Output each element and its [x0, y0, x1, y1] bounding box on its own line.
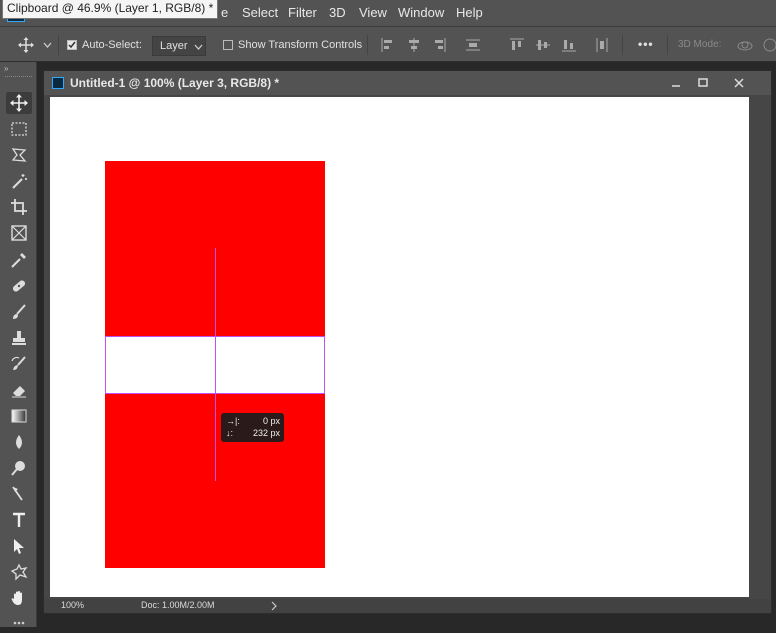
- move-tool-preset-icon[interactable]: [18, 37, 34, 53]
- chevron-right-icon[interactable]: [270, 601, 278, 611]
- toolbar-grip[interactable]: [5, 76, 32, 79]
- document-tooltip: Clipboard @ 46.9% (Layer 1, RGB/8) *: [2, 0, 219, 19]
- align-top-edges-icon[interactable]: [510, 38, 524, 52]
- menu-window[interactable]: Window: [398, 5, 444, 20]
- blur-tool-icon[interactable]: [6, 431, 32, 453]
- document-title: Untitled-1 @ 100% (Layer 3, RGB/8) *: [70, 76, 280, 90]
- tools-panel: »: [0, 62, 37, 627]
- eraser-tool-icon[interactable]: [6, 379, 32, 401]
- document-window: Untitled-1 @ 100% (Layer 3, RGB/8) * →|:…: [43, 70, 772, 614]
- menu-bar: Clipboard @ 46.9% (Layer 1, RGB/8) * e S…: [0, 0, 776, 26]
- zoom-level[interactable]: 100%: [61, 600, 84, 610]
- menu-view[interactable]: View: [359, 5, 387, 20]
- dx-label: →|:: [226, 416, 240, 426]
- pen-tool-icon[interactable]: [6, 483, 32, 505]
- marquee-tool-icon[interactable]: [6, 118, 32, 140]
- orbit-3d-icon[interactable]: [736, 37, 754, 53]
- move-tool-icon[interactable]: [6, 92, 32, 114]
- dodge-tool-icon[interactable]: [6, 457, 32, 479]
- divider: [367, 35, 368, 55]
- divider: [622, 35, 623, 55]
- menu-type-fragment[interactable]: e: [221, 5, 228, 20]
- align-vertical-centers-icon[interactable]: [536, 38, 550, 52]
- chevron-down-icon[interactable]: [43, 41, 52, 49]
- menu-filter[interactable]: Filter: [288, 5, 317, 20]
- divider: [58, 35, 59, 55]
- dx-value: 0 px: [262, 416, 280, 426]
- status-bar: 100% Doc: 1.00M/2.00M: [44, 599, 771, 613]
- show-transform-label: Show Transform Controls: [238, 39, 363, 51]
- healing-brush-tool-icon[interactable]: [6, 275, 32, 297]
- chevron-down-icon: [194, 44, 203, 50]
- options-bar: Auto-Select: Layer Show Transform Contro…: [0, 26, 776, 62]
- menu-3d[interactable]: 3D: [329, 5, 346, 20]
- close-icon[interactable]: [732, 76, 746, 90]
- maximize-icon[interactable]: [696, 76, 710, 90]
- checkmark-icon: [68, 41, 76, 49]
- auto-select-target-value: Layer: [160, 40, 188, 52]
- align-left-edges-icon[interactable]: [381, 38, 395, 52]
- history-brush-tool-icon[interactable]: [6, 353, 32, 375]
- magic-wand-tool-icon[interactable]: [6, 170, 32, 192]
- minimize-icon[interactable]: [669, 76, 683, 90]
- crop-tool-icon[interactable]: [6, 196, 32, 218]
- align-bottom-edges-icon[interactable]: [562, 38, 576, 52]
- eyedropper-tool-icon[interactable]: [6, 249, 32, 271]
- distribute-vertical-icon[interactable]: [595, 38, 609, 52]
- auto-select-checkbox[interactable]: [67, 40, 77, 50]
- align-right-edges-icon[interactable]: [432, 38, 446, 52]
- distribute-icon[interactable]: [466, 38, 480, 52]
- dy-label: ↓:: [226, 428, 234, 438]
- auto-select-target-dropdown[interactable]: Layer: [152, 36, 206, 56]
- edit-toolbar-icon[interactable]: [6, 615, 32, 625]
- path-selection-tool-icon[interactable]: [6, 535, 32, 557]
- 3d-mode-label: 3D Mode:: [678, 39, 722, 50]
- show-transform-checkbox[interactable]: [223, 40, 233, 50]
- move-distance-tooltip: →|: 0 px ↓: 232 px: [221, 413, 284, 442]
- smart-guide-vertical: [215, 248, 216, 481]
- document-tab[interactable]: Untitled-1 @ 100% (Layer 3, RGB/8) *: [44, 71, 771, 95]
- roll-3d-icon[interactable]: [762, 37, 776, 53]
- menu-select[interactable]: Select: [242, 5, 278, 20]
- gradient-tool-icon[interactable]: [6, 405, 32, 427]
- type-tool-icon[interactable]: [6, 509, 32, 531]
- document-size: Doc: 1.00M/2.00M: [141, 600, 215, 610]
- document-ps-icon: [52, 77, 64, 89]
- dy-value: 232 px: [252, 428, 280, 438]
- auto-select-label: Auto-Select:: [82, 39, 142, 51]
- frame-tool-icon[interactable]: [6, 222, 32, 244]
- align-horizontal-centers-icon[interactable]: [407, 38, 421, 52]
- shape-tool-icon[interactable]: [6, 561, 32, 583]
- divider: [667, 35, 668, 55]
- collapse-toolbar-icon[interactable]: »: [4, 64, 8, 73]
- clone-stamp-tool-icon[interactable]: [6, 327, 32, 349]
- lasso-tool-icon[interactable]: [6, 144, 32, 166]
- document-canvas[interactable]: →|: 0 px ↓: 232 px: [50, 97, 749, 597]
- more-options-button[interactable]: •••: [638, 37, 654, 51]
- hand-tool-icon[interactable]: [6, 587, 32, 609]
- brush-tool-icon[interactable]: [6, 301, 32, 323]
- menu-help[interactable]: Help: [456, 5, 483, 20]
